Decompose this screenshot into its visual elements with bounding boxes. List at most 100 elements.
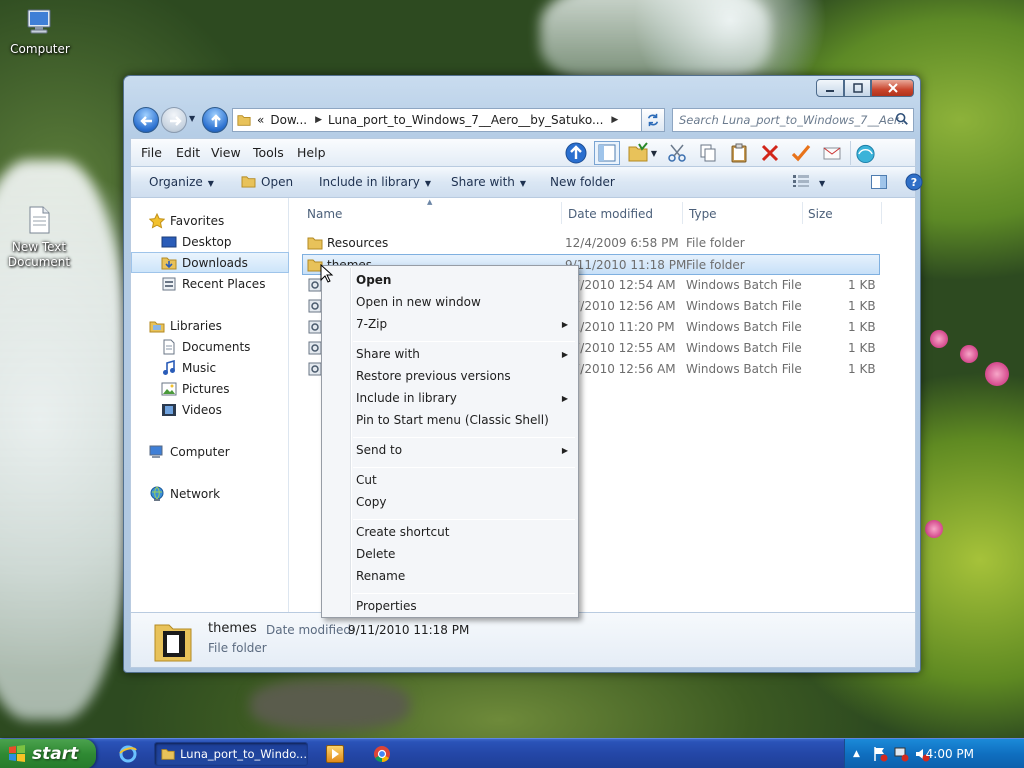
menu-tools[interactable]: Tools — [253, 145, 284, 160]
nav-label: Favorites — [170, 213, 225, 228]
taskbar-item-explorer[interactable]: Luna_port_to_Windo... — [154, 742, 308, 766]
nav-network[interactable]: Network — [131, 483, 289, 504]
wallpaper-flower — [930, 330, 948, 348]
back-arrow-icon — [140, 116, 152, 126]
clock[interactable]: 4:00 PM — [926, 747, 974, 761]
action-center-icon[interactable] — [872, 746, 888, 762]
breadcrumb-overflow[interactable]: « — [257, 113, 264, 127]
desktop-icon-label: New Text Document — [7, 240, 71, 269]
up-folder-button[interactable] — [563, 141, 589, 165]
chevron-right-icon[interactable]: ▶ — [315, 115, 322, 125]
menu-help[interactable]: Help — [297, 145, 326, 160]
taskbar-item-media[interactable] — [326, 745, 344, 763]
nav-computer[interactable]: Computer — [131, 441, 289, 462]
menu-item-pin-to-start[interactable]: Pin to Start menu (Classic Shell) — [356, 413, 549, 427]
menu-item-rename[interactable]: Rename — [356, 569, 405, 583]
desktop-icon-new-text-document[interactable]: New Text Document — [0, 174, 79, 285]
refresh-button[interactable] — [641, 108, 665, 132]
film-strip-icon — [162, 403, 176, 416]
views-button[interactable]: ▼ — [625, 141, 659, 165]
breadcrumb-downloads[interactable]: Dow... — [270, 113, 307, 127]
menu-item-cut[interactable]: Cut — [356, 473, 377, 487]
menu-item-properties[interactable]: Properties — [356, 599, 417, 613]
column-header-name[interactable]: Name — [307, 207, 342, 221]
nav-label: Libraries — [170, 318, 222, 333]
delete-button[interactable] — [757, 141, 783, 165]
folder-open-icon — [241, 176, 256, 188]
copy-button[interactable] — [695, 141, 721, 165]
nav-documents[interactable]: Documents — [131, 336, 289, 357]
context-menu[interactable]: Open Open in new window 7-Zip ▶ Share wi… — [321, 265, 579, 618]
search-input[interactable]: Search Luna_port_to_Windows_7__Aer... — [672, 108, 914, 132]
nav-recent-places[interactable]: Recent Places — [131, 273, 289, 294]
search-icon[interactable] — [895, 112, 909, 126]
menu-item-7zip[interactable]: 7-Zip — [356, 317, 387, 331]
nav-desktop[interactable]: Desktop — [131, 231, 289, 252]
quick-launch-ie[interactable] — [118, 744, 138, 764]
nav-pictures[interactable]: Pictures — [131, 378, 289, 399]
help-button[interactable]: ? — [905, 173, 923, 194]
file-date: 11/2010 11:20 PM — [565, 320, 675, 334]
table-row[interactable]: Resources 12/4/2009 6:58 PM File folder — [303, 233, 879, 254]
include-label: Include in library — [319, 175, 420, 189]
up-button[interactable] — [202, 107, 228, 133]
email-button[interactable] — [819, 141, 845, 165]
minimize-button[interactable] — [816, 79, 844, 97]
menu-item-send-to[interactable]: Send to — [356, 443, 402, 457]
menu-item-include-in-library[interactable]: Include in library — [356, 391, 457, 405]
menu-view[interactable]: View — [211, 145, 241, 160]
column-divider[interactable] — [881, 202, 882, 224]
nav-libraries[interactable]: Libraries — [131, 315, 289, 336]
menu-edit[interactable]: Edit — [176, 145, 200, 160]
desktop-icon-label: Computer — [10, 42, 70, 56]
folders-pane-button[interactable] — [594, 141, 620, 165]
menu-item-share-with[interactable]: Share with — [356, 347, 420, 361]
menu-item-create-shortcut[interactable]: Create shortcut — [356, 525, 449, 539]
start-button[interactable]: start — [0, 739, 96, 768]
include-in-library-button[interactable]: Include in library ▼ — [319, 175, 431, 189]
column-header-size[interactable]: Size — [808, 207, 833, 221]
preview-pane-button[interactable] — [871, 175, 887, 192]
share-with-button[interactable]: Share with ▼ — [451, 175, 526, 189]
search-placeholder: Search Luna_port_to_Windows_7__Aer... — [679, 113, 909, 127]
paste-button[interactable] — [726, 141, 752, 165]
cut-button[interactable] — [664, 141, 690, 165]
taskbar-item-chrome[interactable] — [373, 745, 391, 763]
open-button[interactable]: Open — [241, 175, 293, 189]
nav-downloads[interactable]: Downloads — [131, 252, 289, 273]
nav-favorites[interactable]: Favorites — [131, 210, 289, 231]
menu-item-restore-previous-versions[interactable]: Restore previous versions — [356, 369, 511, 383]
back-button[interactable] — [133, 107, 159, 133]
column-divider[interactable] — [561, 202, 562, 224]
chevron-right-icon[interactable]: ▶ — [611, 115, 618, 125]
nav-videos[interactable]: Videos — [131, 399, 289, 420]
menu-item-open[interactable]: Open — [356, 273, 391, 287]
close-button[interactable] — [871, 79, 914, 97]
properties-button[interactable] — [788, 141, 814, 165]
command-bar: Organize ▼ Open Include in library ▼ Share… — [130, 166, 923, 198]
menu-item-copy[interactable]: Copy — [356, 495, 386, 509]
menu-separator — [353, 519, 575, 520]
desktop-icon-computer[interactable]: Computer — [0, 6, 80, 57]
address-bar[interactable]: « Dow... ▶ Luna_port_to_Windows_7__Aero_… — [232, 108, 665, 132]
view-options-button[interactable]: ▼ — [793, 175, 825, 189]
organize-button[interactable]: Organize ▼ — [149, 175, 214, 189]
column-header-type[interactable]: Type — [689, 207, 717, 221]
maximize-button[interactable] — [844, 79, 871, 97]
column-divider[interactable] — [802, 202, 803, 224]
column-divider[interactable] — [682, 202, 683, 224]
recent-pages-dropdown[interactable]: ▼ — [189, 114, 195, 123]
tray-expand-icon[interactable]: ▲ — [853, 749, 860, 759]
details-type: File folder — [208, 641, 267, 655]
forward-button[interactable] — [161, 107, 187, 133]
new-folder-button[interactable]: New folder — [550, 175, 615, 189]
menu-item-delete[interactable]: Delete — [356, 547, 395, 561]
menu-item-open-in-new-window[interactable]: Open in new window — [356, 295, 481, 309]
menu-file[interactable]: File — [141, 145, 162, 160]
network-status-icon[interactable] — [893, 746, 909, 762]
nav-music[interactable]: Music — [131, 357, 289, 378]
copy-icon — [700, 144, 716, 162]
shell-settings-button[interactable] — [850, 141, 876, 165]
column-header-date-modified[interactable]: Date modified — [568, 207, 653, 221]
breadcrumb-current-folder[interactable]: Luna_port_to_Windows_7__Aero__by_Satuko.… — [328, 113, 603, 127]
